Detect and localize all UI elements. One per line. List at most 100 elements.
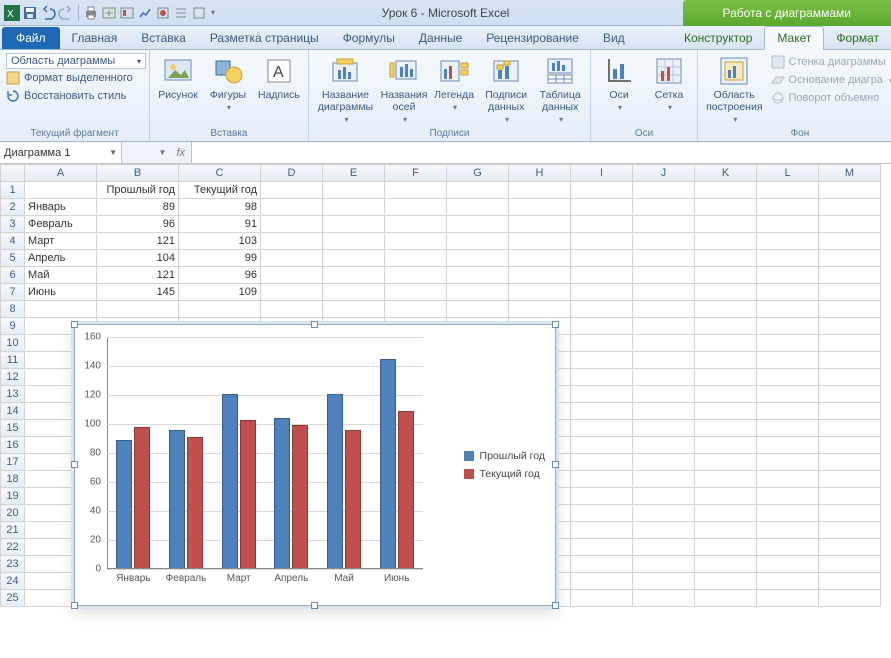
gridlines-button[interactable]: Сетка bbox=[647, 53, 691, 114]
chart-bar[interactable] bbox=[169, 430, 185, 569]
col-H[interactable]: H bbox=[509, 165, 571, 182]
cell[interactable] bbox=[695, 369, 757, 386]
cell[interactable] bbox=[571, 522, 633, 539]
fx-dropdown-icon[interactable]: ▼ bbox=[159, 148, 167, 157]
cell[interactable] bbox=[757, 199, 819, 216]
select-all-cell[interactable] bbox=[1, 165, 25, 182]
cell[interactable] bbox=[819, 556, 881, 573]
cell[interactable] bbox=[25, 182, 97, 199]
cell[interactable] bbox=[633, 488, 695, 505]
cell[interactable]: Март bbox=[25, 233, 97, 250]
cell[interactable] bbox=[571, 386, 633, 403]
chart-bar[interactable] bbox=[398, 411, 414, 569]
tab-formulas[interactable]: Формулы bbox=[331, 27, 407, 49]
row-header[interactable]: 20 bbox=[1, 505, 25, 522]
cell[interactable] bbox=[819, 352, 881, 369]
cell[interactable] bbox=[385, 284, 447, 301]
cell[interactable] bbox=[509, 233, 571, 250]
row[interactable]: 2Январь8998 bbox=[1, 199, 881, 216]
cell[interactable] bbox=[695, 505, 757, 522]
cell[interactable] bbox=[571, 488, 633, 505]
cell[interactable] bbox=[633, 267, 695, 284]
undo-icon[interactable] bbox=[40, 5, 56, 21]
tab-home[interactable]: Главная bbox=[60, 27, 130, 49]
cell[interactable] bbox=[695, 437, 757, 454]
cell[interactable] bbox=[695, 420, 757, 437]
row[interactable]: 8 bbox=[1, 301, 881, 318]
cell[interactable]: 109 bbox=[179, 284, 261, 301]
cell[interactable]: Февраль bbox=[25, 216, 97, 233]
qat-dropdown-icon[interactable]: ▾ bbox=[209, 8, 217, 17]
cell[interactable] bbox=[757, 420, 819, 437]
cell[interactable] bbox=[571, 216, 633, 233]
row-header[interactable]: 16 bbox=[1, 437, 25, 454]
col-A[interactable]: A bbox=[25, 165, 97, 182]
resize-handle[interactable] bbox=[71, 602, 78, 609]
col-B[interactable]: B bbox=[97, 165, 179, 182]
cell[interactable] bbox=[633, 233, 695, 250]
chart-bar[interactable] bbox=[345, 430, 361, 569]
cell[interactable] bbox=[633, 199, 695, 216]
col-J[interactable]: J bbox=[633, 165, 695, 182]
cell[interactable] bbox=[447, 267, 509, 284]
cell[interactable] bbox=[819, 522, 881, 539]
cell[interactable] bbox=[819, 471, 881, 488]
row-header[interactable]: 22 bbox=[1, 539, 25, 556]
cell[interactable] bbox=[757, 284, 819, 301]
cell[interactable] bbox=[261, 284, 323, 301]
resize-handle[interactable] bbox=[552, 321, 559, 328]
cell[interactable] bbox=[695, 216, 757, 233]
redo-icon[interactable] bbox=[58, 5, 74, 21]
cell[interactable] bbox=[179, 301, 261, 318]
cell[interactable] bbox=[819, 539, 881, 556]
qat-icon-4[interactable] bbox=[155, 5, 171, 21]
row-header[interactable]: 4 bbox=[1, 233, 25, 250]
row-header[interactable]: 5 bbox=[1, 250, 25, 267]
cell[interactable] bbox=[695, 590, 757, 607]
cell[interactable] bbox=[571, 335, 633, 352]
cell[interactable] bbox=[757, 556, 819, 573]
cell[interactable]: Май bbox=[25, 267, 97, 284]
row-header[interactable]: 11 bbox=[1, 352, 25, 369]
cell[interactable] bbox=[633, 556, 695, 573]
cell[interactable] bbox=[757, 318, 819, 335]
row-header[interactable]: 2 bbox=[1, 199, 25, 216]
data-table-button[interactable]: Таблица данных bbox=[536, 53, 584, 126]
cell[interactable] bbox=[447, 250, 509, 267]
cell[interactable] bbox=[25, 301, 97, 318]
chart-bar[interactable] bbox=[274, 418, 290, 569]
cell[interactable] bbox=[447, 216, 509, 233]
row[interactable]: 5Апрель10499 bbox=[1, 250, 881, 267]
cell[interactable] bbox=[633, 352, 695, 369]
cell[interactable] bbox=[819, 182, 881, 199]
cell[interactable] bbox=[757, 369, 819, 386]
cell[interactable]: Июнь bbox=[25, 284, 97, 301]
cell[interactable] bbox=[633, 522, 695, 539]
cell[interactable] bbox=[757, 182, 819, 199]
tab-data[interactable]: Данные bbox=[407, 27, 474, 49]
chart-legend[interactable]: Прошлый год Текущий год bbox=[464, 444, 545, 486]
tab-view[interactable]: Вид bbox=[591, 27, 637, 49]
cell[interactable] bbox=[261, 216, 323, 233]
cell[interactable] bbox=[695, 403, 757, 420]
cell[interactable] bbox=[633, 369, 695, 386]
grid[interactable]: A B C D E F G H I J K L M 1Прошлый годТе… bbox=[0, 164, 891, 658]
cell[interactable] bbox=[757, 403, 819, 420]
cell[interactable] bbox=[695, 522, 757, 539]
chart-bar[interactable] bbox=[327, 394, 343, 569]
col-K[interactable]: K bbox=[695, 165, 757, 182]
cell[interactable]: Текущий год bbox=[179, 182, 261, 199]
row-header[interactable]: 1 bbox=[1, 182, 25, 199]
chart-bar[interactable] bbox=[116, 440, 132, 569]
print-icon[interactable] bbox=[83, 5, 99, 21]
cell[interactable] bbox=[757, 267, 819, 284]
reset-style-button[interactable]: Восстановить стиль bbox=[6, 87, 143, 105]
cell[interactable] bbox=[571, 539, 633, 556]
cell[interactable] bbox=[633, 471, 695, 488]
cell[interactable] bbox=[819, 284, 881, 301]
cell[interactable] bbox=[261, 267, 323, 284]
cell[interactable] bbox=[571, 301, 633, 318]
cell[interactable] bbox=[323, 250, 385, 267]
qat-icon-2[interactable] bbox=[119, 5, 135, 21]
cell[interactable] bbox=[571, 182, 633, 199]
